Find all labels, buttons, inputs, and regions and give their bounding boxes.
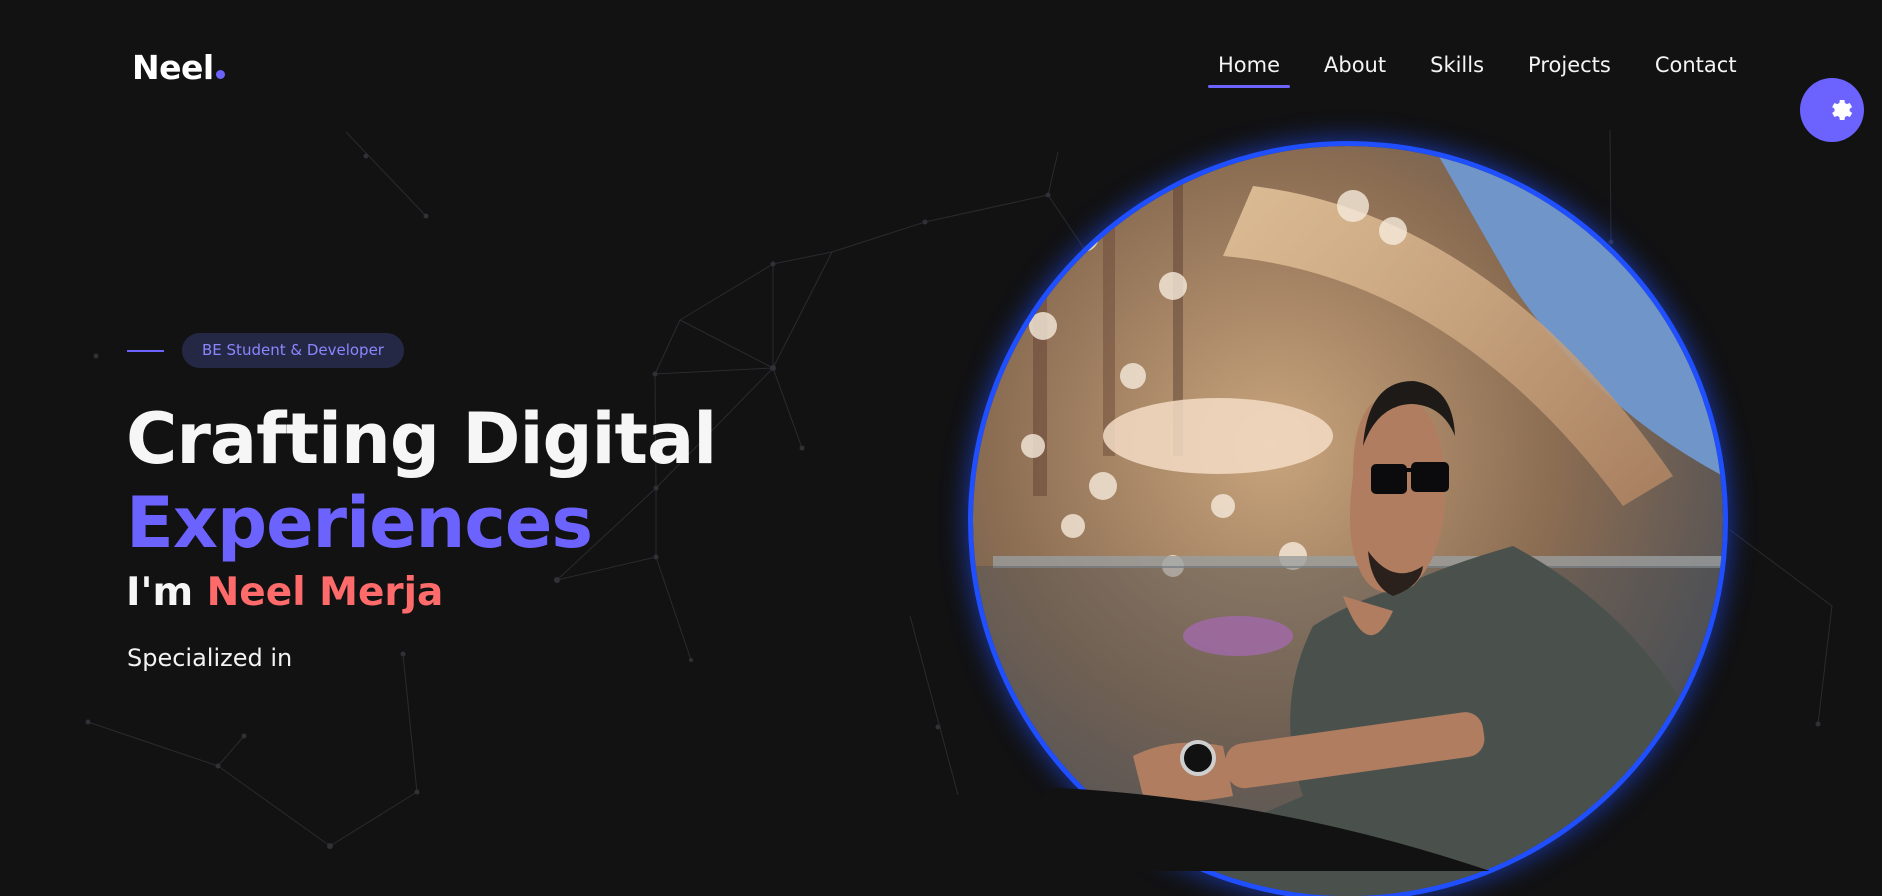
- specialized-text: Specialized in: [127, 644, 293, 672]
- tag-accent-line: [127, 349, 164, 352]
- nav-about[interactable]: About: [1314, 52, 1396, 88]
- brand-logo[interactable]: Neel: [132, 48, 225, 87]
- gear-icon: [1832, 99, 1853, 121]
- brand-dot: [215, 70, 225, 79]
- nav-home[interactable]: Home: [1208, 52, 1291, 88]
- brand-name: Neel: [132, 48, 214, 87]
- hero-intro: I'm Neel Merja: [126, 570, 443, 615]
- intro-name: Neel Merja: [206, 570, 444, 615]
- hero-title-line1: Crafting Digital: [126, 398, 717, 480]
- intro-prefix: I'm: [126, 570, 207, 615]
- hero-tag-row: BE Student & Developer: [127, 333, 404, 368]
- nav-projects[interactable]: Projects: [1518, 52, 1621, 88]
- role-badge: BE Student & Developer: [182, 333, 404, 368]
- settings-button[interactable]: [1800, 78, 1864, 142]
- nav-contact[interactable]: Contact: [1645, 52, 1747, 88]
- profile-photo-image: [973, 146, 1723, 896]
- profile-photo: [973, 146, 1723, 896]
- nav-skills[interactable]: Skills: [1420, 52, 1494, 88]
- main-nav: Home About Skills Projects Contact: [1208, 52, 1771, 88]
- hero-title-line2: Experiences: [126, 482, 593, 564]
